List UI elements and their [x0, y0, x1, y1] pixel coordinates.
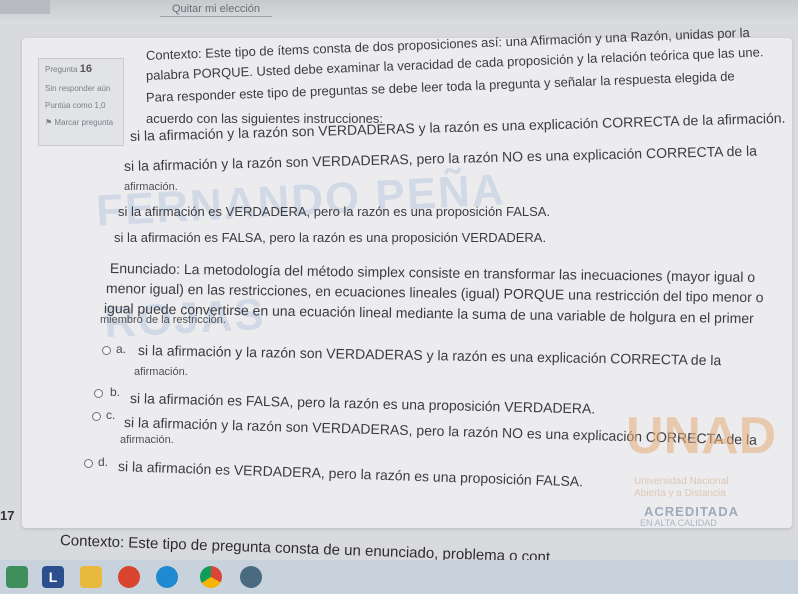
instruction-3: si la afirmación es VERDADERA, pero la r… — [118, 204, 551, 219]
logo-quality: EN ALTA CALIDAD — [640, 518, 717, 528]
top-left-corner — [0, 0, 50, 14]
opera-icon[interactable] — [118, 566, 140, 588]
option-b-letter: b. — [110, 385, 121, 399]
next-question-number: 17 — [0, 508, 15, 523]
question-number: Pregunta 16 — [45, 63, 92, 75]
edge-icon[interactable] — [156, 566, 178, 588]
option-c-letter: c. — [106, 408, 116, 422]
clear-choice-button[interactable]: Quitar mi elección — [160, 2, 273, 17]
file-explorer-icon[interactable] — [80, 566, 102, 588]
logo-accredited: ACREDITADA — [644, 504, 739, 519]
chrome-icon[interactable] — [200, 566, 222, 588]
statement-line-4: miembro de la restricción. — [100, 314, 226, 326]
option-d-letter: d. — [98, 455, 109, 469]
option-c-text-cont: afirmación. — [120, 434, 174, 446]
radio-a[interactable] — [102, 346, 111, 355]
top-bar: Quitar mi elección — [0, 0, 798, 24]
flag-icon: ⚑ — [45, 117, 53, 127]
option-a-letter: a. — [116, 342, 127, 356]
l-app-icon[interactable]: L — [42, 566, 64, 588]
radio-b[interactable] — [94, 389, 103, 398]
flag-question-link[interactable]: ⚑ Marcar pregunta — [45, 118, 117, 128]
question-info-panel: Pregunta 16 Sin responder aún Puntúa com… — [38, 58, 124, 146]
logo-subtitle-1: Universidad Nacional — [634, 476, 729, 487]
unad-logo: UNAD Universidad Nacional Abierta y a Di… — [612, 398, 782, 530]
radio-c[interactable] — [92, 412, 101, 421]
slack-icon[interactable] — [6, 566, 28, 588]
taskbar: L — [0, 560, 798, 594]
radio-d[interactable] — [84, 459, 93, 468]
question-status: Sin responder aún — [45, 83, 111, 93]
question-points: Puntúa como 1,0 — [45, 100, 106, 110]
option-a-text-cont: afirmación. — [134, 366, 188, 378]
instruction-4: si la afirmación es FALSA, pero la razón… — [114, 230, 547, 245]
gamepad-icon[interactable] — [240, 566, 262, 588]
logo-word: UNAD — [626, 407, 777, 465]
logo-subtitle-2: Abierta y a Distancia — [634, 488, 726, 499]
instruction-2-cont: afirmación. — [124, 181, 178, 193]
